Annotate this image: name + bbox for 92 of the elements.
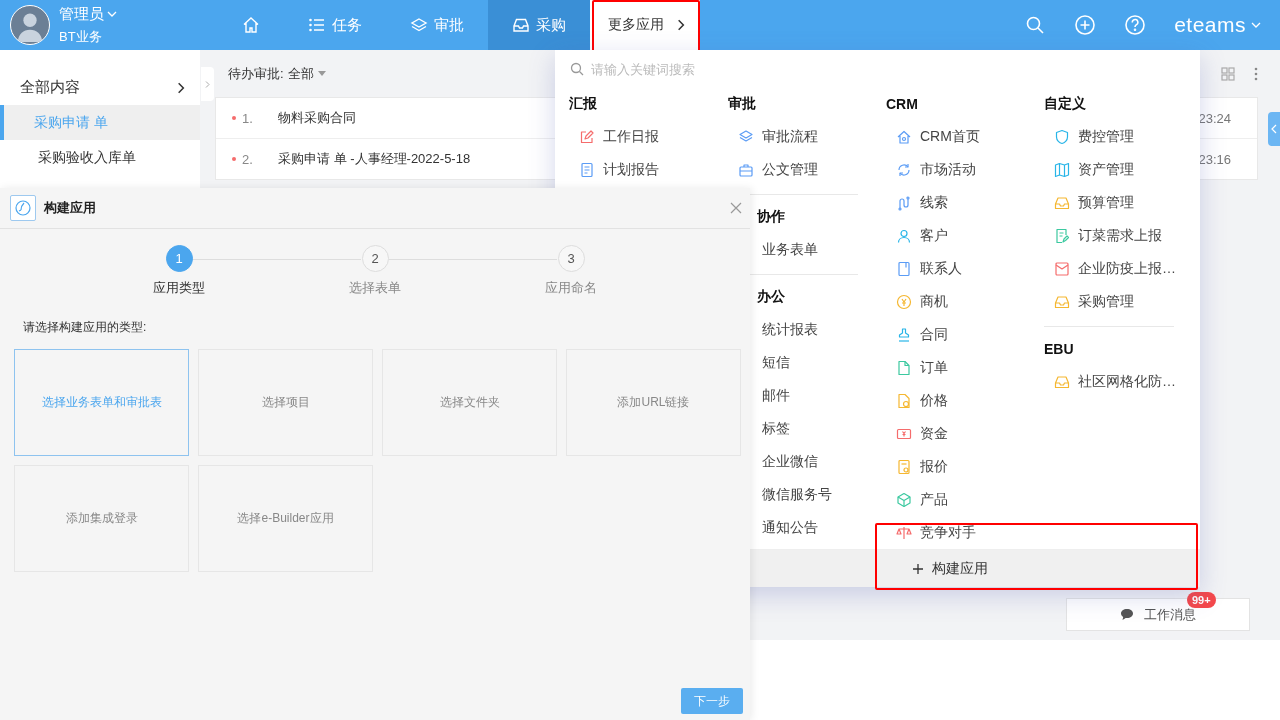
step-label: 应用命名: [545, 279, 597, 297]
app-link[interactable]: 市场活动: [886, 153, 1046, 186]
row-number: 1.: [242, 110, 254, 126]
note-icon: [1054, 227, 1070, 244]
app-link[interactable]: 订菜需求上报: [1044, 219, 1204, 252]
app-link[interactable]: 客户: [886, 219, 1046, 252]
sidebar-item[interactable]: 全部内容: [0, 70, 200, 105]
row-time: 23:16: [1198, 151, 1232, 167]
expand-handle[interactable]: [201, 67, 214, 101]
organization-name: BT业务: [59, 27, 103, 46]
file-icon: [896, 359, 912, 376]
app-link[interactable]: 审批流程: [728, 120, 888, 153]
coin-icon: [896, 293, 912, 310]
refresh-icon: [896, 161, 912, 178]
app-link[interactable]: 线索: [886, 186, 1046, 219]
inbox-icon: [1054, 194, 1070, 211]
contact-card-icon: [896, 260, 912, 277]
cube-icon: [896, 491, 912, 508]
stamp-icon: [896, 326, 912, 343]
section-title: 协作: [757, 208, 785, 226]
search-icon: [570, 62, 584, 76]
app-link[interactable]: 采购管理: [1044, 285, 1204, 318]
more-icon[interactable]: [1254, 66, 1258, 81]
step-label: 选择表单: [349, 279, 401, 297]
step-number: 1: [165, 245, 193, 272]
side-tab[interactable]: [1268, 112, 1280, 146]
app-link[interactable]: 产品: [886, 483, 1046, 516]
briefcase-icon: [738, 161, 754, 178]
close-icon[interactable]: [730, 202, 742, 214]
sidebar-item[interactable]: 采购验收入库单: [0, 140, 200, 175]
shield-icon: [1054, 128, 1070, 145]
grid-icon[interactable]: [1220, 65, 1236, 82]
section-title: 自定义: [1044, 95, 1086, 113]
app-link[interactable]: 公文管理: [728, 153, 888, 186]
app-link[interactable]: 价格: [886, 384, 1046, 417]
app-link[interactable]: 订单: [886, 351, 1046, 384]
filter-label: 待办审批:: [228, 64, 284, 83]
dialog-title: 构建应用: [44, 199, 96, 217]
document-icon: [896, 458, 912, 475]
app-link[interactable]: 社区网格化防…: [1044, 365, 1204, 398]
person-icon: [896, 227, 912, 244]
app-link[interactable]: 合同: [886, 318, 1046, 351]
step-number: 2: [361, 245, 389, 272]
section-title: 汇报: [569, 95, 597, 113]
app-link[interactable]: 报价: [886, 450, 1046, 483]
section-title: CRM: [886, 96, 918, 112]
inbox-icon: [1054, 373, 1070, 390]
count-badge: 99+: [1187, 592, 1216, 608]
app-link[interactable]: 竞争对手: [886, 516, 1046, 549]
row-number: 2.: [242, 151, 254, 167]
app-link[interactable]: 资金: [886, 417, 1046, 450]
app-link[interactable]: 预算管理: [1044, 186, 1204, 219]
caret-icon: [317, 71, 326, 76]
section-title: 审批: [728, 95, 756, 113]
map-icon: [1054, 161, 1070, 178]
document-icon: [579, 161, 595, 178]
step-label: 应用类型: [153, 279, 205, 297]
row-time: 23:24: [1198, 110, 1232, 126]
help-icon[interactable]: [1124, 14, 1147, 36]
app-icon: [10, 195, 36, 221]
more-apps-tab[interactable]: 更多应用: [590, 0, 700, 50]
prompt-text: 请选择构建应用的类型:: [22, 319, 148, 336]
file-icon: [896, 392, 912, 409]
chat-bubble-icon: [1120, 608, 1134, 621]
section-title: EBU: [1044, 341, 1074, 357]
step-number: 3: [557, 245, 585, 272]
filter-dropdown[interactable]: 全部: [287, 64, 326, 83]
scale-icon: [896, 524, 912, 541]
app-link[interactable]: 企业防疫上报…: [1044, 252, 1204, 285]
list-icon: [308, 16, 326, 34]
app-link[interactable]: 联系人: [886, 252, 1046, 285]
app-link[interactable]: CRM首页: [886, 120, 1046, 153]
row-title[interactable]: 物料采购合同: [278, 109, 356, 127]
inbox-icon: [1054, 293, 1070, 310]
home-icon: [242, 16, 260, 34]
app-link[interactable]: 商机: [886, 285, 1046, 318]
add-icon[interactable]: [1074, 14, 1097, 36]
row-title[interactable]: 采购申请 单 -人事经理-2022-5-18: [278, 150, 471, 168]
chevron-right-icon: [203, 79, 212, 89]
envelope-icon: [1054, 260, 1070, 277]
inbox-icon: [512, 16, 530, 34]
chevron-left-icon: [1271, 124, 1277, 134]
section-title: 办公: [757, 288, 785, 306]
search-field[interactable]: 请输入关键词搜索: [591, 61, 891, 77]
app-link[interactable]: 工作日报: [569, 120, 729, 153]
route-icon: [896, 194, 912, 211]
layers-icon: [410, 16, 428, 34]
plus-icon: [912, 562, 924, 575]
pencil-icon: [579, 128, 595, 145]
house-icon: [896, 128, 912, 145]
app-link[interactable]: 计划报告: [569, 153, 729, 186]
avatar-icon[interactable]: [10, 5, 50, 45]
